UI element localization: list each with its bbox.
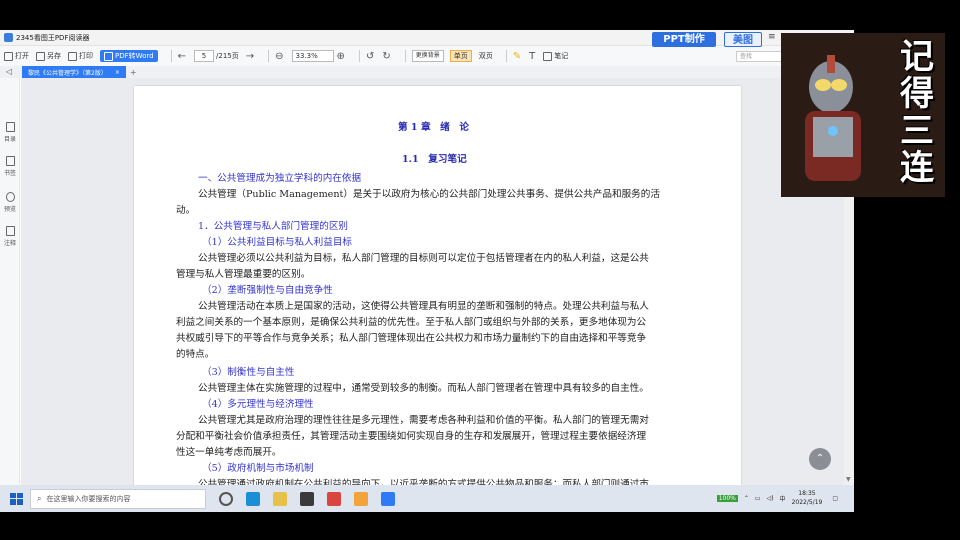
zoom-in-icon[interactable]: ⊕: [337, 51, 345, 62]
section-title: 1.1 复习笔记: [402, 154, 467, 165]
prev-page-arrow-icon[interactable]: ←: [178, 51, 186, 62]
app-red-icon[interactable]: [327, 491, 341, 506]
heading-3: （4）多元理性与经济理性: [202, 399, 314, 410]
single-page-button[interactable]: 单页: [449, 50, 472, 62]
sidebar-item-annotation[interactable]: 注释: [0, 226, 20, 247]
left-sidebar: 目录 书签 预览 注释: [0, 78, 20, 485]
word-icon: [104, 51, 113, 61]
sidebar-item-bookmark[interactable]: 书签: [0, 156, 20, 177]
search-icon: ⌕: [37, 493, 42, 503]
ime-indicator[interactable]: 中: [780, 494, 786, 503]
edge-icon[interactable]: [246, 491, 260, 506]
scroll-to-top-icon[interactable]: ⌃: [809, 448, 831, 470]
rotate-left-icon[interactable]: ↺: [366, 51, 374, 62]
paragraph-line: 动。: [176, 205, 196, 216]
tab-document[interactable]: 黎民《公共管理学》（第2版） ×: [22, 66, 126, 78]
battery-indicator[interactable]: 100%: [716, 494, 738, 502]
heading-1: 一、公共管理成为独立学科的内在依据: [198, 173, 362, 184]
paragraph-line: 公共管理活动在本质上是国家的活动，这使得公共管理具有明显的垄断和强制的特点。处理…: [198, 301, 649, 312]
print-button[interactable]: 打印: [68, 51, 93, 61]
windows-start-icon[interactable]: [8, 491, 24, 507]
chapter-title: 第 1 章 绪 论: [398, 122, 469, 133]
heading-3: （3）制衡性与自主性: [202, 367, 295, 378]
text-tool-icon[interactable]: T: [529, 51, 535, 62]
total-pages: /215页: [216, 52, 239, 60]
meitu-promo-button[interactable]: 美图: [724, 32, 762, 47]
taskbar-search-input[interactable]: ⌕ 在这里输入你要搜索的内容: [30, 488, 206, 509]
tab-label: 黎民《公共管理学》（第2版）: [28, 69, 107, 77]
next-page-arrow-icon[interactable]: →: [246, 51, 254, 62]
heading-3: （5）政府机制与市场机制: [202, 463, 314, 474]
change-background-button[interactable]: 更换背景: [411, 50, 444, 62]
pdf-to-word-button[interactable]: PDF转Word: [100, 50, 158, 62]
network-icon[interactable]: ▭: [755, 495, 761, 502]
save-as-button[interactable]: 另存: [36, 51, 61, 61]
save-icon: [36, 51, 45, 61]
sidebar-item-preview[interactable]: 预览: [0, 192, 20, 213]
search-input[interactable]: 查找: [736, 51, 784, 62]
add-tab-icon[interactable]: +: [130, 68, 137, 77]
desktop-screen: 2345看图王PDF阅读器 打开 另存 打印 PDF转Word ← 5 /215…: [0, 30, 854, 512]
paragraph-line: 的特点。: [176, 349, 215, 360]
pdf-page: 第 1 章 绪 论 1.1 复习笔记 一、公共管理成为独立学科的内在依据 公共管…: [134, 86, 741, 485]
main-toolbar: 打开 另存 打印 PDF转Word ← 5 /215页 → ⊖ 33.3% ⊕ …: [0, 46, 854, 66]
comment-icon: [5, 226, 15, 236]
double-page-button[interactable]: 双页: [479, 51, 493, 61]
menu-icon[interactable]: ≡: [768, 32, 776, 42]
zoom-out-icon[interactable]: ⊖: [275, 51, 283, 62]
scroll-down-icon[interactable]: ▼: [846, 476, 851, 483]
terminal-icon[interactable]: [300, 491, 314, 506]
paragraph-line: 管理与私人管理最重要的区别。: [176, 269, 311, 280]
open-button[interactable]: 打开: [4, 51, 29, 61]
app-icon: [4, 33, 13, 42]
printer-icon: [68, 51, 77, 61]
paragraph-line: 公共管理通过政府机制在公共利益的导向下，以近乎垄断的方式提供公共物品和服务；而私…: [198, 479, 649, 485]
file-explorer-icon[interactable]: [273, 491, 287, 506]
ultraman-figure-icon: [805, 55, 861, 181]
notification-icon[interactable]: ▢: [832, 495, 838, 502]
highlighter-icon[interactable]: ✎: [513, 51, 521, 62]
note-button[interactable]: 笔记: [543, 51, 568, 61]
heading-3: （2）垄断强制性与自由竞争性: [202, 285, 333, 296]
app-blue-icon[interactable]: [381, 491, 395, 506]
chevron-up-icon[interactable]: ⌃: [744, 495, 749, 502]
note-icon: [543, 51, 553, 61]
clock[interactable]: 18:35 2022/5/19: [792, 489, 823, 507]
paragraph-line: 共权威引导下的平等合作与竞争关系；私人部门管理体现出在公共权力和市场力量制约下的…: [176, 333, 647, 344]
paragraph-line: 性这一单纯考虑而展开。: [176, 447, 282, 458]
overlay-caption: 记 得 三 连: [900, 37, 934, 188]
system-tray: 100% ⌃ ▭ ◁) 中 18:35 2022/5/19 ▢: [716, 489, 844, 507]
document-viewport[interactable]: 第 1 章 绪 论 1.1 复习笔记 一、公共管理成为独立学科的内在依据 公共管…: [21, 78, 844, 485]
folder-icon: [4, 51, 13, 61]
back-icon[interactable]: ◁: [6, 66, 12, 78]
pdf-viewer-icon[interactable]: [354, 491, 368, 506]
zoom-select[interactable]: 33.3%: [291, 50, 334, 62]
ppt-promo-button[interactable]: PPT制作: [652, 32, 716, 47]
close-icon[interactable]: ×: [115, 69, 120, 76]
sidebar-item-toc[interactable]: 目录: [0, 122, 20, 143]
paragraph-line: 利益之间关系的一个基本原则，是确保公共利益的优先性。至于私人部门或组织与外部的关…: [176, 317, 647, 328]
volume-icon[interactable]: ◁): [767, 495, 774, 502]
eye-icon: [5, 192, 15, 202]
paragraph-line: 公共管理主体在实施管理的过程中，通常受到较多的制衡。而私人部门管理者在管理中具有…: [198, 383, 649, 394]
heading-2: 1．公共管理与私人部门管理的区别: [198, 221, 349, 232]
heading-3: （1）公共利益目标与私人利益目标: [202, 237, 353, 248]
streamer-overlay: 记 得 三 连: [781, 33, 945, 197]
task-view-icon[interactable]: [219, 491, 233, 506]
tab-bar: ◁ 黎民《公共管理学》（第2版） × +: [0, 66, 854, 78]
rotate-right-icon[interactable]: ↻: [382, 51, 390, 62]
bookmark-icon: [5, 156, 15, 166]
window-title: 2345看图王PDF阅读器: [16, 33, 90, 42]
paragraph-line: 公共管理必须以公共利益为目标，私人部门管理的目标则可以定位于包括管理者在内的私人…: [198, 253, 649, 264]
list-icon: [5, 122, 15, 132]
windows-taskbar: ⌕ 在这里输入你要搜索的内容 100% ⌃ ▭ ◁) 中 18:35 2022/…: [0, 485, 854, 512]
paragraph-line: 公共管理（Public Management）是关于以政府为核心的公共部门处理公…: [198, 189, 660, 200]
paragraph-line: 分配和平衡社会价值承担责任，其管理活动主要围绕如何实现自身的生存和发展展开，管理…: [176, 431, 647, 442]
paragraph-line: 公共管理尤其是政府治理的理性往往是多元理性，需要考虑各种利益和价值的平衡。私人部…: [198, 415, 649, 426]
page-number-input[interactable]: 5: [194, 50, 215, 62]
video-frame: 2345看图王PDF阅读器 打开 另存 打印 PDF转Word ← 5 /215…: [0, 0, 960, 540]
